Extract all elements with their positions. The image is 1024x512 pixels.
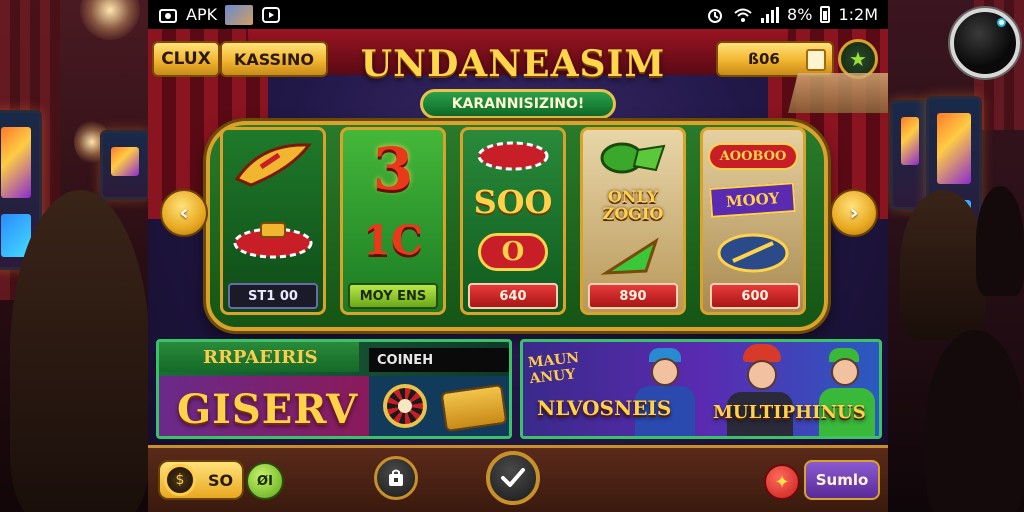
mode-button[interactable]: Sumlo [804, 460, 880, 500]
reel-symbol-middle: SOO [473, 183, 553, 221]
panel-left-promo-text: GISERV [159, 376, 369, 436]
reel-symbol-middle-text: MOOY [709, 182, 797, 218]
bottom-toolbar: $ SO ØI ✦ Sumlo [148, 445, 888, 512]
cash-ticket-icon [583, 138, 683, 178]
shop-button[interactable] [374, 456, 418, 500]
person-silhouette [976, 186, 1024, 296]
ceiling-lamp [80, 0, 140, 40]
character-cap-icon [823, 348, 867, 392]
dragon-emblem-icon [223, 138, 323, 194]
camera-record-button[interactable] [950, 8, 1020, 78]
reel-symbol-bottom: O [463, 230, 563, 274]
coin-balance-button[interactable]: $ SO [158, 460, 244, 500]
panel-left-tag: COINEH [369, 348, 509, 372]
next-arrow-button[interactable]: › [830, 189, 878, 237]
balance-value: ß06 [748, 50, 780, 68]
chip-stack-icon [223, 214, 323, 264]
signal-icon [761, 6, 780, 23]
battery-icon [820, 6, 831, 23]
wallet-icon [806, 49, 826, 71]
background-room-left [0, 0, 148, 512]
coin-icon: $ [164, 464, 196, 496]
roulette-wheel-icon [383, 384, 427, 428]
chevron-left-icon: ‹ [179, 200, 189, 226]
status-bar: APK 8% 1:2M [148, 0, 888, 29]
reel-symbol-middle: ONLY ZOGIO [602, 187, 664, 223]
notification-thumbnail-icon [225, 4, 254, 25]
slot-game-screen: CLUX KASSINO UNDANEASIM ß06 ★ KARANNISIZ… [148, 29, 888, 512]
golden-ticket-icon [440, 383, 508, 433]
checkmark-icon [501, 468, 525, 487]
reel-4-value: 890 [588, 283, 678, 309]
game-title: UNDANEASIM [360, 43, 666, 85]
balance-button[interactable]: ß06 [716, 41, 834, 77]
person-silhouette [900, 190, 986, 340]
reel-symbol-middle: MOOY [703, 182, 803, 218]
wifi-icon [733, 6, 753, 23]
reel-symbol-middle: 1C [363, 216, 423, 264]
character-chef-icon [737, 344, 787, 394]
reel-symbol-bottom-text: O [478, 233, 548, 271]
panel-right-game-b: MULTIPHINUS [713, 402, 866, 423]
panel-left-heading: RRPAEIRIS [159, 342, 359, 372]
trophy-icon: ★ [849, 47, 867, 71]
alarm-icon [705, 6, 725, 23]
camera-indicator-dot [997, 18, 1006, 27]
reel-symbol-top: 3 [372, 135, 414, 203]
battery-percent: 8% [787, 5, 813, 24]
kasino-button[interactable]: KASSINO [220, 41, 328, 77]
subtitle-banner: KARANNISIZINO! [420, 89, 616, 119]
reel-symbol-top-text: AOOBOO [707, 142, 799, 170]
status-time: 1:2M [838, 5, 878, 24]
bag-icon [389, 469, 403, 486]
favorite-button[interactable]: ✦ [764, 464, 800, 500]
reel-1-value: ST1 00 [228, 283, 318, 309]
panel-right-game-a: NLVOSNEIS [537, 396, 672, 420]
reel-2-value: MOY ENS [348, 283, 438, 309]
green-flag-icon [583, 234, 683, 280]
chip-icon [463, 136, 563, 176]
screenshot-icon [158, 6, 178, 23]
medallion-icon [703, 230, 803, 276]
media-icon [261, 6, 281, 23]
previous-arrow-button[interactable]: ‹ [160, 189, 208, 237]
promo-panel-left[interactable]: RRPAEIRIS COINEH GISERV [156, 339, 512, 439]
person-silhouette [10, 190, 148, 512]
background-slot-machine [100, 130, 148, 200]
background-room-right [886, 0, 1024, 512]
promo-panel-right[interactable]: MAUN ANUY NLVOSNEIS MULTIPHINUS [520, 339, 882, 439]
club-button[interactable]: CLUX [152, 41, 220, 77]
panel-right-label: MAUN ANUY [527, 349, 580, 388]
reel-5-value: 600 [710, 283, 800, 309]
panel-left-artwork [369, 376, 509, 436]
chevron-right-icon: › [849, 200, 859, 226]
spin-confirm-button[interactable] [486, 451, 540, 505]
status-app-label: APK [186, 5, 218, 24]
coin-amount: SO [208, 470, 234, 490]
person-silhouette [926, 330, 1024, 512]
roof-decoration [788, 73, 888, 113]
sparkle-icon: ✦ [774, 471, 790, 493]
reel-symbol-top: AOOBOO [703, 138, 803, 174]
reel-3-value: 640 [468, 283, 558, 309]
background-slot-machine [890, 100, 930, 210]
gem-button[interactable]: ØI [246, 462, 284, 500]
